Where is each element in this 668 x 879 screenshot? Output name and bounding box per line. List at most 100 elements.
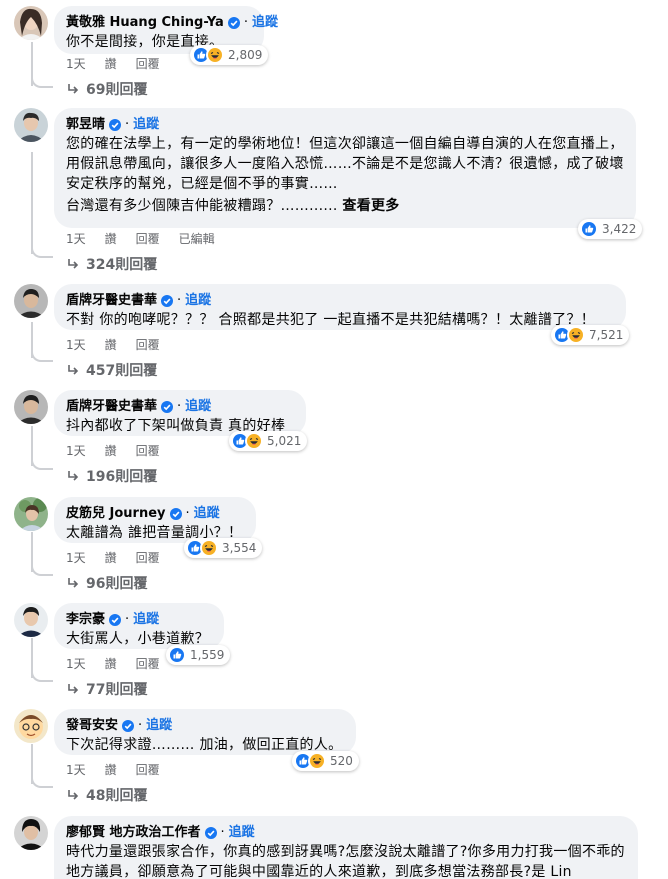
comment-bubble: 皮筋兒 Journey · 追蹤 太離譜為 誰把音量調小？！ [54,497,256,543]
follow-button[interactable]: 追蹤 [252,14,278,31]
verified-badge-icon [109,613,122,626]
comment-bubble: 發哥安安 · 追蹤 下次記得求證……… 加油，做回正直的人。 [54,709,356,755]
like-button[interactable]: 讚 [105,55,117,72]
ellipsis: ...... [309,198,338,214]
verified-badge-icon [161,294,174,307]
view-replies-link[interactable]: 69則回覆 [66,79,147,99]
follow-button[interactable]: 追蹤 [194,505,220,522]
reaction-count: 3,422 [602,222,637,236]
timestamp[interactable]: 1天 [66,442,86,459]
reply-button[interactable]: 回覆 [136,655,160,672]
timestamp[interactable]: 1天 [66,655,86,672]
follow-button[interactable]: 追蹤 [133,611,159,628]
view-replies-link[interactable]: 196則回覆 [66,466,157,486]
reaction-summary[interactable]: 1,559 [166,645,231,665]
separator-dot: · [125,612,130,627]
replies-count: 69則回覆 [86,82,148,98]
reply-button[interactable]: 回覆 [136,761,160,778]
reaction-summary[interactable]: 2,809 [190,45,269,65]
reply-button[interactable]: 回覆 [136,442,160,459]
comment-actions: 1天 讚 回覆 已編輯 [66,230,215,247]
like-button[interactable]: 讚 [105,442,117,459]
timestamp[interactable]: 1天 [66,55,86,72]
follow-button[interactable]: 追蹤 [146,717,172,734]
timestamp[interactable]: 1天 [66,336,86,353]
follow-button[interactable]: 追蹤 [229,824,255,841]
haha-icon [200,539,218,557]
timestamp[interactable]: 1天 [66,549,86,566]
separator-dot: · [177,399,182,414]
like-button[interactable]: 讚 [105,336,117,353]
view-replies-link[interactable]: 77則回覆 [66,679,147,699]
reply-button[interactable]: 回覆 [136,336,160,353]
verified-badge-icon [109,118,122,131]
timestamp[interactable]: 1天 [66,761,86,778]
avatar[interactable] [14,816,48,850]
separator-dot: · [177,293,182,308]
avatar[interactable] [14,6,48,40]
reaction-summary[interactable]: 5,021 [229,431,308,451]
reaction-summary[interactable]: 7,521 [551,325,630,345]
comment-actions: 1天 讚 回覆 [66,761,160,778]
comment-text: 您的確在法學上，有一定的學術地位！但這次卻讓這一個自編自導自演的人在您直播上，用… [66,136,624,192]
follow-button[interactable]: 追蹤 [185,292,211,309]
verified-badge-icon [204,826,217,839]
verified-badge-icon [161,400,174,413]
haha-icon [308,752,326,770]
like-button[interactable]: 讚 [105,761,117,778]
like-button[interactable]: 讚 [105,655,117,672]
avatar[interactable] [14,108,48,142]
view-replies-link[interactable]: 324則回覆 [66,254,157,274]
reply-button[interactable]: 回覆 [136,230,160,247]
avatar[interactable] [14,709,48,743]
separator-dot: · [220,825,225,840]
edited-label: 已編輯 [178,232,215,246]
see-more-link[interactable]: 查看更多 [342,198,399,214]
author-name[interactable]: 盾牌牙醫史書華 [66,398,157,415]
verified-badge-icon [122,719,135,732]
timestamp[interactable]: 1天 [66,230,86,247]
reaction-count: 5,021 [267,434,302,448]
author-name[interactable]: 郭昱晴 [66,116,105,133]
reply-button[interactable]: 回覆 [136,55,160,72]
avatar[interactable] [14,497,48,531]
author-name[interactable]: 發哥安安 [66,717,118,734]
reaction-summary[interactable]: 3,554 [184,538,263,558]
comment-bubble: 郭昱晴 · 追蹤 您的確在法學上，有一定的學術地位！但這次卻讓這一個自編自導自演… [54,108,636,228]
comment-actions: 1天 讚 回覆 [66,655,160,672]
thread-elbow [31,670,53,682]
reaction-count: 520 [330,754,353,768]
view-replies-link[interactable]: 96則回覆 [66,573,147,593]
avatar[interactable] [14,390,48,424]
thread-elbow [31,564,53,576]
view-replies-link[interactable]: 457則回覆 [66,360,157,380]
like-button[interactable]: 讚 [105,549,117,566]
comment-bubble: 李宗豪 · 追蹤 大街罵人，小巷道歉？ [54,603,224,649]
reaction-summary[interactable]: 520 [292,751,359,771]
thread-elbow [31,246,53,258]
comment-actions: 1天 讚 回覆 [66,442,160,459]
like-icon [168,646,186,664]
reply-arrow-icon [68,471,79,481]
avatar[interactable] [14,284,48,318]
reaction-summary[interactable]: 3,422 [578,219,643,239]
reaction-count: 2,809 [228,48,263,62]
haha-icon [206,46,224,64]
follow-button[interactable]: 追蹤 [133,116,159,133]
author-name[interactable]: 廖郁賢 地方政治工作者 [66,824,201,841]
author-name[interactable]: 黃敬雅 Huang Ching-Ya [66,14,224,31]
avatar[interactable] [14,603,48,637]
follow-button[interactable]: 追蹤 [185,398,211,415]
comment-text: 台灣還有多少個陳吉仲能被糟蹋？…… [66,198,310,214]
reply-arrow-icon [68,84,79,94]
author-name[interactable]: 皮筋兒 Journey [66,505,166,522]
author-name[interactable]: 李宗豪 [66,611,105,628]
thread-elbow [31,76,53,88]
author-name[interactable]: 盾牌牙醫史書華 [66,292,157,309]
reply-button[interactable]: 回覆 [136,549,160,566]
comment-text: 不對 你的咆哮呢？？？ 合照都是共犯了 一起直播不是共犯結構嗎？！太離譜了？！ [66,312,596,328]
like-button[interactable]: 讚 [105,230,117,247]
reply-arrow-icon [68,790,79,800]
reaction-count: 1,559 [190,648,225,662]
view-replies-link[interactable]: 48則回覆 [66,785,147,805]
